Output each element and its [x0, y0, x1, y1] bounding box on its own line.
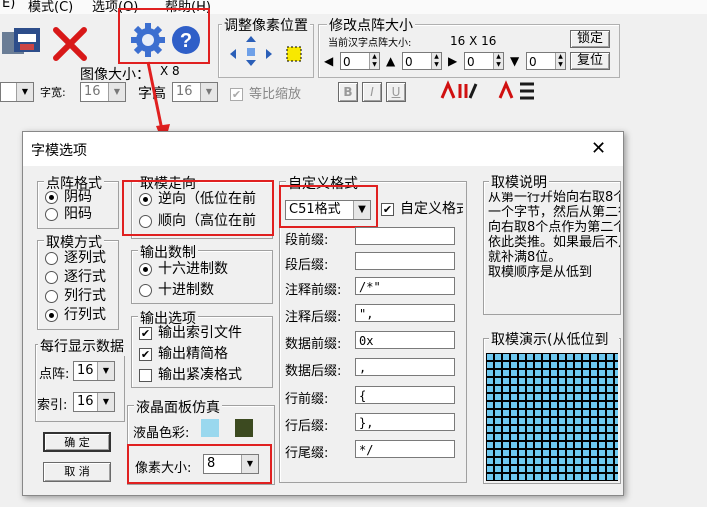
mirror-icon[interactable]: [496, 80, 540, 102]
adjust-pixel-title: 调整像素位置: [222, 15, 310, 35]
output-base-title: 输出数制: [138, 242, 198, 262]
cancel-button[interactable]: 取 消: [43, 462, 111, 482]
pixel-size-highlight-box: [127, 444, 272, 484]
lcd-bg-color-swatch[interactable]: [201, 419, 219, 437]
center-pixel-icon[interactable]: [284, 44, 304, 64]
explanation-group: 从第一行开始向右取8个点作为一个字节，然后从第二行开始向右取8个点作为第二个字节…: [483, 181, 621, 315]
data-prefix-input[interactable]: 0x: [355, 331, 455, 349]
lcd-title: 液晶面板仿真: [134, 397, 222, 417]
dialog-title: 字模选项: [31, 143, 87, 159]
spin-up[interactable]: 0 ▲ ▼: [402, 52, 442, 70]
delete-icon[interactable]: [52, 26, 88, 62]
menu-item-mode[interactable]: 模式(C): [28, 0, 73, 14]
segment-suffix-input[interactable]: [355, 252, 455, 270]
per-line-title: 每行显示数据: [38, 336, 126, 356]
field-label-line-end: 行尾缀:: [285, 446, 329, 461]
field-label-data-prefix: 数据前缀:: [285, 337, 342, 352]
radio-column-row[interactable]: 列行式: [45, 287, 106, 305]
demo-title: 取模演示(从低位到: [489, 329, 619, 349]
close-icon[interactable]: ✕: [591, 138, 606, 159]
spin-right[interactable]: 0 ▲ ▼: [464, 52, 504, 70]
shift-right-icon[interactable]: ▶: [448, 54, 462, 68]
font-width-label: 字宽:: [40, 86, 66, 99]
left-dropdown[interactable]: ▼: [0, 82, 34, 102]
dialog-title-bar: 字模选项 ✕: [23, 132, 623, 166]
export-icon[interactable]: [0, 24, 50, 62]
field-label-comment-prefix: 注释前缀:: [285, 283, 342, 298]
index-count-select[interactable]: 16 ▼: [73, 392, 115, 412]
dot-count-select[interactable]: 16 ▼: [73, 361, 115, 381]
radio-column-wise[interactable]: 逐列式: [45, 249, 106, 267]
segment-prefix-input[interactable]: [355, 227, 455, 245]
radio-row-column[interactable]: 行列式: [45, 306, 106, 324]
data-suffix-input[interactable]: ,: [355, 358, 455, 376]
lcd-fg-color-swatch[interactable]: [235, 419, 253, 437]
radio-decimal[interactable]: 十进制数: [139, 281, 214, 299]
shift-up-icon[interactable]: ▲: [386, 54, 400, 68]
radio-negative-code[interactable]: 阴码: [45, 188, 92, 206]
line-suffix-input[interactable]: },: [355, 413, 455, 431]
dot-count-label: 点阵:: [39, 367, 70, 382]
explanation-title: 取模说明: [489, 172, 549, 192]
lock-button[interactable]: 锁定: [570, 30, 610, 48]
index-count-label: 索引:: [37, 398, 68, 413]
field-label-line-prefix: 行前缀:: [285, 392, 329, 407]
resize-group-title: 修改点阵大小: [327, 15, 415, 35]
field-label-segment-prefix: 段前缀:: [285, 233, 329, 248]
explanation-text: 从第一行开始向右取8个点作为一个字节，然后从第二行开始向右取8个点作为第二个字节…: [488, 190, 620, 280]
demo-group: [483, 338, 621, 484]
comment-prefix-input[interactable]: /*": [355, 277, 455, 295]
radio-row-wise[interactable]: 逐行式: [45, 268, 106, 286]
field-label-data-suffix: 数据后缀:: [285, 364, 342, 379]
toolbar: ? 调整像素位置 修改点阵大小 当前汉字点阵大小: 16 X 16 锁定 复位 …: [0, 8, 707, 104]
gear-highlight-box: [118, 8, 210, 64]
line-prefix-input[interactable]: {: [355, 386, 455, 404]
restore-button[interactable]: 复位: [570, 52, 610, 70]
current-font-size-value: 16 X 16: [450, 34, 497, 48]
bold-button[interactable]: B: [338, 82, 358, 102]
lcd-color-label: 液晶色彩:: [133, 426, 190, 441]
move-arrows-icon[interactable]: [226, 34, 276, 68]
line-end-input[interactable]: */: [355, 440, 455, 458]
menu-bar: E) 模式(C) 选项(O) 帮助(H): [0, 0, 707, 14]
field-label-comment-suffix: 注释后缀:: [285, 310, 342, 325]
field-label-line-suffix: 行后缀:: [285, 419, 329, 434]
spin-down[interactable]: 0 ▲ ▼: [526, 52, 566, 70]
radio-positive-code[interactable]: 阳码: [45, 205, 92, 223]
italic-button[interactable]: I: [362, 82, 382, 102]
direction-highlight-box: [122, 180, 274, 236]
scan-demo-grid: [486, 353, 618, 481]
rotate-icon[interactable]: [438, 80, 482, 102]
menu-item-edit[interactable]: E): [2, 0, 15, 11]
radio-hex[interactable]: 十六进制数: [139, 260, 228, 278]
shift-left-icon[interactable]: ◀: [324, 54, 338, 68]
shift-down-icon[interactable]: ▼: [510, 54, 524, 68]
checkbox-output-index[interactable]: ✔ 输出索引文件: [139, 324, 242, 342]
format-preset-highlight-box: [279, 185, 378, 228]
ok-button[interactable]: 确 定: [43, 432, 111, 452]
comment-suffix-input[interactable]: ",: [355, 304, 455, 322]
equal-scale-checkbox[interactable]: ✔ 等比缩放: [230, 83, 301, 102]
checkbox-custom-format[interactable]: ✔ 自定义格式: [381, 200, 463, 218]
font-width-select[interactable]: 16 ▼: [80, 82, 126, 102]
current-font-size-label: 当前汉字点阵大小:: [328, 38, 412, 49]
checkbox-output-tight[interactable]: 输出紧凑格式: [139, 366, 269, 384]
spin-left[interactable]: 0 ▲ ▼: [340, 52, 380, 70]
options-dialog: 字模选项 ✕ 点阵格式 阴码 阳码 取模方式 逐列式 逐行式 列行式 行列式 每…: [22, 131, 624, 496]
field-label-segment-suffix: 段后缀:: [285, 258, 329, 273]
underline-button[interactable]: U: [386, 82, 406, 102]
checkbox-output-compact[interactable]: ✔ 输出精简格: [139, 345, 228, 363]
